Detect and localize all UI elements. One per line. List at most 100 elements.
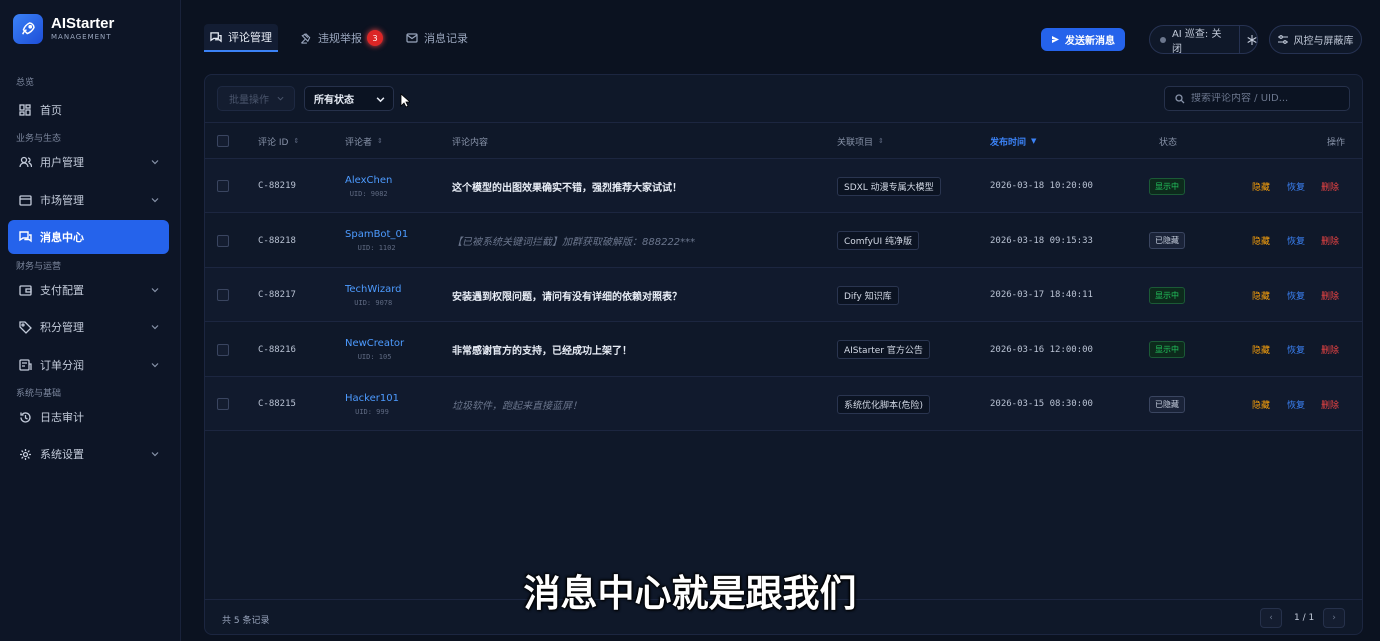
restore-link[interactable]: 恢复 (1287, 234, 1305, 247)
status-cell: 显示中 (1149, 268, 1185, 322)
restore-link[interactable]: 恢复 (1287, 343, 1305, 356)
sidebar-item-message-center[interactable]: 消息中心 (8, 220, 169, 254)
delete-action[interactable]: 删除 (1321, 377, 1339, 431)
row-checkbox[interactable] (217, 377, 229, 431)
table-row[interactable]: C-88219 AlexChen UID: 9082 这个模型的出图效果确实不错… (205, 159, 1362, 213)
project-tag[interactable]: 系统优化脚本(危险) (837, 394, 931, 414)
project-tag[interactable]: AIStarter 官方公告 (837, 340, 930, 359)
header-time[interactable]: 发布时间 ▼ (990, 123, 1036, 159)
sidebar-item-label: 日志审计 (40, 411, 84, 424)
hide-link[interactable]: 隐藏 (1252, 234, 1270, 247)
select-all-checkbox[interactable] (217, 123, 229, 159)
restore-action[interactable]: 恢复 (1287, 377, 1305, 431)
restore-action[interactable]: 恢复 (1287, 268, 1305, 322)
row-checkbox[interactable] (217, 214, 229, 268)
chevron-down-icon (151, 359, 159, 372)
project-cell: AIStarter 官方公告 (837, 323, 930, 377)
project-cell: ComfyUI 纯净版 (837, 214, 919, 268)
delete-link[interactable]: 删除 (1321, 398, 1339, 411)
delete-link[interactable]: 删除 (1321, 180, 1339, 193)
hide-action[interactable]: 隐藏 (1252, 214, 1270, 268)
author-name-link[interactable]: SpamBot_01 (345, 229, 408, 240)
hide-link[interactable]: 隐藏 (1252, 343, 1270, 356)
batch-actions-select[interactable]: 批量操作 (217, 86, 295, 111)
restore-link[interactable]: 恢复 (1287, 289, 1305, 302)
author-name-link[interactable]: Hacker101 (345, 393, 399, 404)
chevron-down-icon (151, 321, 159, 334)
row-checkbox[interactable] (217, 268, 229, 322)
restore-link[interactable]: 恢复 (1287, 180, 1305, 193)
project-tag[interactable]: ComfyUI 纯净版 (837, 231, 919, 250)
sidebar-item-points[interactable]: 积分管理 (8, 310, 169, 344)
sidebar-item-market[interactable]: 市场管理 (8, 183, 169, 217)
row-checkbox[interactable] (217, 159, 229, 213)
chevron-down-icon (151, 194, 159, 207)
publish-time: 2026-03-18 09:15:33 (990, 235, 1093, 246)
hide-action[interactable]: 隐藏 (1252, 159, 1270, 213)
author-name-link[interactable]: NewCreator (345, 338, 404, 349)
table-row[interactable]: C-88216 NewCreator UID: 105 非常感谢官方的支持，已经… (205, 323, 1362, 377)
author-name-link[interactable]: TechWizard (345, 284, 402, 295)
hide-action[interactable]: 隐藏 (1252, 377, 1270, 431)
project-tag[interactable]: Dify 知识库 (837, 285, 899, 305)
search-icon (1175, 93, 1185, 104)
delete-action[interactable]: 删除 (1321, 268, 1339, 322)
nav-section-finance: 财务与运营 (16, 262, 62, 272)
sort-icon: ⇕ (377, 137, 383, 145)
sidebar-item-payment[interactable]: 支付配置 (8, 273, 169, 307)
snowflake-icon[interactable] (1247, 34, 1257, 45)
hide-action[interactable]: 隐藏 (1252, 323, 1270, 377)
delete-action[interactable]: 删除 (1321, 159, 1339, 213)
search-box[interactable] (1164, 86, 1350, 111)
row-checkbox[interactable] (217, 323, 229, 377)
table-row[interactable]: C-88218 SpamBot_01 UID: 1102 【已被系统关键词拦截】… (205, 214, 1362, 268)
table-row[interactable]: C-88217 TechWizard UID: 9078 安装遇到权限问题，请问… (205, 268, 1362, 322)
project-cell: SDXL 动漫专属大模型 (837, 159, 941, 213)
tab-reports[interactable]: 违规举报 3 (294, 24, 389, 52)
nav-section-business: 业务与生态 (16, 134, 62, 144)
search-input[interactable] (1191, 93, 1341, 104)
hide-action[interactable]: 隐藏 (1252, 268, 1270, 322)
chevron-down-icon (277, 95, 284, 102)
send-message-button[interactable]: 发送新消息 (1041, 28, 1125, 51)
status-filter-select[interactable]: 所有状态 (304, 86, 394, 111)
header-project[interactable]: 关联项目 ⇕ (837, 123, 884, 159)
hide-link[interactable]: 隐藏 (1252, 398, 1270, 411)
author-name-link[interactable]: AlexChen (345, 175, 392, 186)
brand[interactable]: AIStarter MANAGEMENT (13, 14, 114, 44)
sidebar-item-audit-log[interactable]: 日志审计 (8, 400, 169, 434)
sidebar-item-orders[interactable]: 订单分润 (8, 348, 169, 382)
gavel-icon (300, 32, 312, 44)
restore-action[interactable]: 恢复 (1287, 323, 1305, 377)
delete-action[interactable]: 删除 (1321, 323, 1339, 377)
hide-link[interactable]: 隐藏 (1252, 180, 1270, 193)
sidebar-item-label: 支付配置 (40, 284, 84, 297)
header-actions: 操作 (1327, 123, 1345, 159)
sidebar-item-users[interactable]: 用户管理 (8, 145, 169, 179)
author-cell: AlexChen UID: 9082 (345, 159, 392, 213)
delete-action[interactable]: 删除 (1321, 214, 1339, 268)
tab-message-log[interactable]: 消息记录 (400, 24, 474, 52)
tab-comments[interactable]: 评论管理 (204, 24, 278, 52)
header-id[interactable]: 评论 ID ⇕ (258, 123, 299, 159)
table-row[interactable]: C-88215 Hacker101 UID: 999 垃圾软件，跑起来直接蓝屏！… (205, 377, 1362, 431)
sort-icon: ⇕ (293, 137, 300, 145)
restore-action[interactable]: 恢复 (1287, 159, 1305, 213)
delete-link[interactable]: 删除 (1321, 234, 1339, 247)
header-author[interactable]: 评论者 ⇕ (345, 123, 383, 159)
tag-icon (18, 320, 32, 334)
sort-icon: ⇕ (878, 137, 884, 145)
ai-patrol-toggle[interactable]: AI 巡查: 关闭 (1149, 25, 1258, 55)
sidebar-item-home[interactable]: 首页 (8, 93, 169, 127)
restore-link[interactable]: 恢复 (1287, 398, 1305, 411)
delete-link[interactable]: 删除 (1321, 343, 1339, 356)
status-cell: 显示中 (1149, 323, 1185, 377)
restore-action[interactable]: 恢复 (1287, 214, 1305, 268)
header-label: 评论 ID (258, 137, 289, 148)
risk-control-button[interactable]: 风控与屏蔽库 (1269, 25, 1362, 54)
project-tag[interactable]: SDXL 动漫专属大模型 (837, 176, 941, 196)
header-label: 状态 (1159, 137, 1178, 148)
hide-link[interactable]: 隐藏 (1252, 289, 1270, 302)
delete-link[interactable]: 删除 (1321, 289, 1339, 302)
sidebar-item-settings[interactable]: 系统设置 (8, 437, 169, 471)
